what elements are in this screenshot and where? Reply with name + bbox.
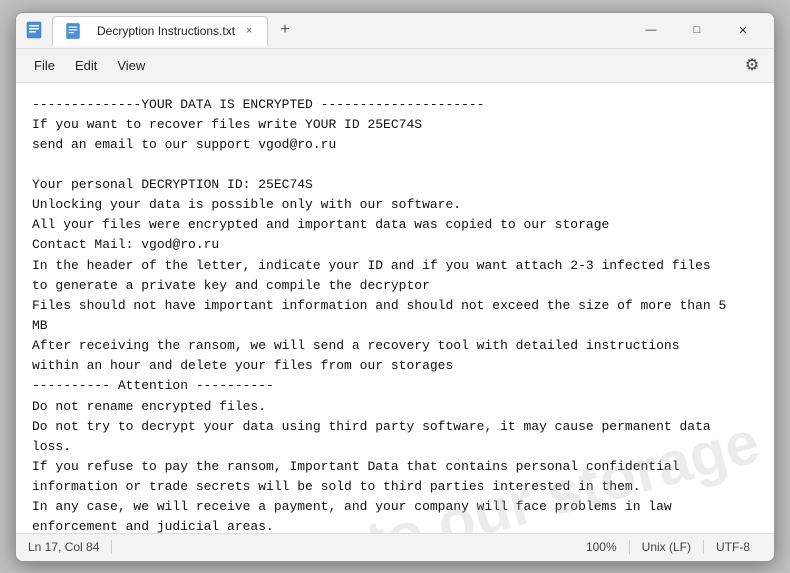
menubar: File Edit View ⚙ <box>16 49 774 83</box>
menu-edit[interactable]: Edit <box>65 54 107 77</box>
minimize-button[interactable]: — <box>628 14 674 46</box>
zoom-level: 100% <box>574 540 630 554</box>
encoding: UTF-8 <box>704 540 762 554</box>
text-content-area[interactable]: --------------YOUR DATA IS ENCRYPTED ---… <box>16 83 774 533</box>
menu-items: File Edit View <box>24 54 155 77</box>
tab-title: Decryption Instructions.txt <box>97 24 235 38</box>
notepad-window: Decryption Instructions.txt × + — □ ✕ Fi… <box>15 12 775 562</box>
menu-file[interactable]: File <box>24 54 65 77</box>
tab-close-button[interactable]: × <box>241 23 257 39</box>
titlebar: Decryption Instructions.txt × + — □ ✕ <box>16 13 774 49</box>
statusbar: Ln 17, Col 84 100% Unix (LF) UTF-8 <box>16 533 774 561</box>
app-icon <box>24 20 44 40</box>
cursor-position: Ln 17, Col 84 <box>28 540 112 554</box>
line-ending: Unix (LF) <box>630 540 704 554</box>
close-button[interactable]: ✕ <box>720 14 766 46</box>
tab-file-icon <box>63 21 83 41</box>
window-controls: — □ ✕ <box>628 14 766 46</box>
document-text: --------------YOUR DATA IS ENCRYPTED ---… <box>32 95 758 533</box>
maximize-button[interactable]: □ <box>674 14 720 46</box>
settings-icon[interactable]: ⚙ <box>738 51 766 79</box>
menu-view[interactable]: View <box>107 54 155 77</box>
new-tab-button[interactable]: + <box>272 17 298 43</box>
file-tab[interactable]: Decryption Instructions.txt × <box>52 16 268 46</box>
